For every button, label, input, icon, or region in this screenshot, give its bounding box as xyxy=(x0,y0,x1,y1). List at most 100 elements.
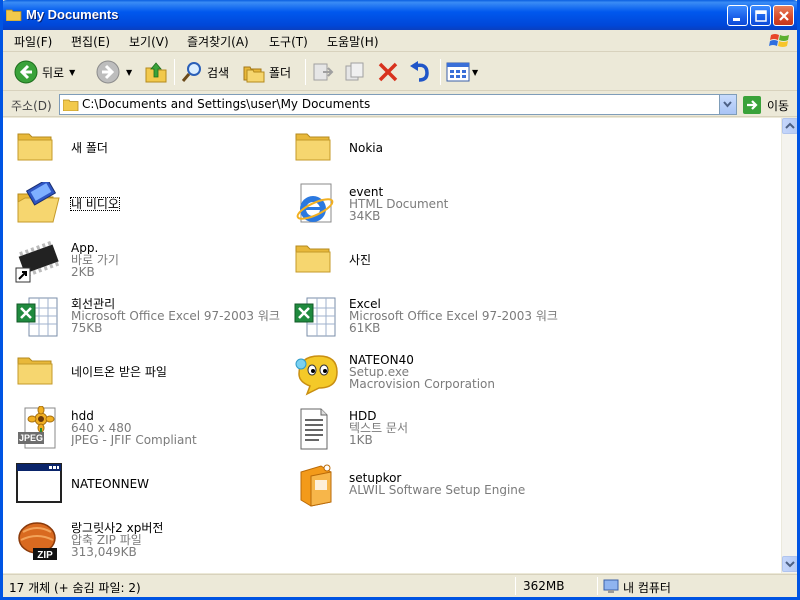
back-button[interactable]: 뒤로 ▼ xyxy=(13,58,75,86)
list-item[interactable]: JPEG hdd 640 x 480 JPEG - JFIF Compliant xyxy=(11,402,281,454)
chevron-down-icon[interactable]: ▼ xyxy=(472,68,478,77)
delete-x-icon xyxy=(378,62,398,82)
folder-icon xyxy=(15,126,63,174)
item-type: Setup.exe xyxy=(349,366,410,378)
folders-button[interactable]: 폴더 xyxy=(242,58,291,86)
list-item[interactable]: 네이트온 받은 파일 xyxy=(11,346,281,398)
item-size: 61KB xyxy=(349,322,381,334)
delete-button[interactable] xyxy=(376,58,400,86)
list-item[interactable]: Excel Microsoft Office Excel 97-2003 워크..… xyxy=(289,290,559,342)
scroll-up-button[interactable] xyxy=(782,118,797,134)
undo-icon xyxy=(410,61,429,82)
ie-document-icon xyxy=(293,182,341,230)
item-size: 75KB xyxy=(71,322,103,334)
list-item[interactable]: 내 비디오 xyxy=(11,178,281,230)
list-item[interactable]: ZIP 랑그릿사2 xp버전 압축 ZIP 파일 313,049KB xyxy=(11,514,281,566)
scroll-down-button[interactable] xyxy=(782,556,797,572)
up-folder-button[interactable] xyxy=(144,58,168,86)
views-button[interactable]: ▼ xyxy=(446,58,478,86)
status-location: 내 컴퓨터 xyxy=(623,581,671,595)
item-name: Nokia xyxy=(349,142,383,154)
menu-view[interactable]: 보기(V) xyxy=(129,33,169,50)
move-to-button[interactable] xyxy=(311,58,335,86)
maximize-button[interactable] xyxy=(750,5,771,26)
app-window-icon xyxy=(15,462,63,510)
list-item[interactable]: 회선관리 Microsoft Office Excel 97-2003 워크...… xyxy=(11,290,281,342)
address-dropdown-button[interactable] xyxy=(719,95,736,114)
menu-favorites[interactable]: 즐겨찾기(A) xyxy=(187,33,249,50)
go-label: 이동 xyxy=(767,98,790,113)
item-type: Microsoft Office Excel 97-2003 워크... xyxy=(349,310,559,322)
search-icon xyxy=(181,62,201,82)
item-size: 313,049KB xyxy=(71,546,137,558)
maximize-icon xyxy=(755,10,767,22)
file-list[interactable]: 새 폴더 Nokia 내 비디오 event HTML Document 34KB App.… xyxy=(3,118,781,573)
chevron-down-icon xyxy=(723,101,732,108)
item-size: 2KB xyxy=(71,266,95,278)
menu-help[interactable]: 도움말(H) xyxy=(327,33,379,50)
item-name: 회선관리 xyxy=(71,298,116,310)
excel-icon xyxy=(15,294,63,342)
list-item[interactable]: HDD 텍스트 문서 1KB xyxy=(289,402,559,454)
copy-to-icon xyxy=(345,62,364,81)
folder-icon xyxy=(293,126,341,174)
vertical-scrollbar[interactable] xyxy=(781,118,797,573)
search-button[interactable]: 검색 xyxy=(180,58,229,86)
close-icon xyxy=(779,11,789,21)
item-size: JPEG - JFIF Compliant xyxy=(71,434,197,446)
item-size: Macrovision Corporation xyxy=(349,378,495,390)
forward-arrow-icon xyxy=(96,60,120,84)
title-bar[interactable]: My Documents xyxy=(3,0,797,30)
undo-button[interactable] xyxy=(408,58,432,86)
item-type: HTML Document xyxy=(349,198,449,210)
list-item[interactable]: NATEON40 Setup.exe Macrovision Corporation xyxy=(289,346,559,398)
address-bar: 주소(D) C:\Documents and Settings\user\My … xyxy=(3,92,797,117)
folder-icon xyxy=(6,9,22,21)
chip-shortcut-icon xyxy=(15,238,63,286)
item-name: 사진 xyxy=(349,254,372,266)
folder-icon xyxy=(15,350,63,398)
list-item[interactable]: NATEONNEW xyxy=(11,458,281,510)
video-folder-icon xyxy=(15,178,63,230)
list-item[interactable]: App. 바로 가기 2KB xyxy=(11,234,281,286)
menu-file[interactable]: 파일(F) xyxy=(14,33,52,50)
item-name: 내 비디오 xyxy=(70,197,120,211)
forward-button[interactable]: ▼ xyxy=(95,58,132,86)
back-arrow-icon xyxy=(14,60,38,84)
folders-icon xyxy=(243,66,265,83)
item-name: 랑그릿사2 xp버전 xyxy=(71,522,164,534)
status-size: 362MB xyxy=(523,579,565,593)
my-computer-icon xyxy=(603,579,619,593)
item-name: setupkor xyxy=(349,472,402,484)
address-input[interactable]: C:\Documents and Settings\user\My Docume… xyxy=(59,94,737,115)
item-type: Microsoft Office Excel 97-2003 워크... xyxy=(71,310,281,322)
list-item[interactable]: setupkor ALWIL Software Setup Engine xyxy=(289,458,559,510)
folders-label: 폴더 xyxy=(269,65,292,80)
menu-edit[interactable]: 편집(E) xyxy=(71,33,110,50)
close-button[interactable] xyxy=(773,5,794,26)
item-name: App. xyxy=(71,242,99,254)
copy-to-button[interactable] xyxy=(343,58,367,86)
chevron-down-icon[interactable]: ▼ xyxy=(126,68,132,77)
chevron-down-icon[interactable]: ▼ xyxy=(69,68,75,77)
item-type: ALWIL Software Setup Engine xyxy=(349,484,526,496)
text-document-icon xyxy=(293,406,341,454)
list-item[interactable]: event HTML Document 34KB xyxy=(289,178,559,230)
minimize-button[interactable] xyxy=(727,5,748,26)
list-item[interactable]: 사진 xyxy=(289,234,559,286)
zip-icon: ZIP xyxy=(15,518,63,566)
chevron-up-icon xyxy=(785,122,795,129)
list-item[interactable]: 새 폴더 xyxy=(11,122,281,174)
explorer-window: My Documents 파일(F) 편집(E) 보기(V) 즐겨찾기(A) 도… xyxy=(0,0,800,600)
toolbar: 뒤로 ▼ ▼ 검색 폴더 ▼ xyxy=(3,53,797,91)
item-type: 바로 가기 xyxy=(71,254,119,266)
go-button[interactable]: 이동 xyxy=(743,96,789,114)
jpeg-icon: JPEG xyxy=(15,405,63,454)
item-name: hdd xyxy=(71,410,94,422)
windows-flag-icon xyxy=(769,34,789,47)
list-item[interactable]: Nokia xyxy=(289,122,559,174)
status-bar: 17 개체 (+ 숨김 파일: 2) 362MB 내 컴퓨터 xyxy=(3,574,797,597)
move-to-icon xyxy=(313,63,334,81)
menu-tools[interactable]: 도구(T) xyxy=(269,33,308,50)
item-name: event xyxy=(349,186,384,198)
